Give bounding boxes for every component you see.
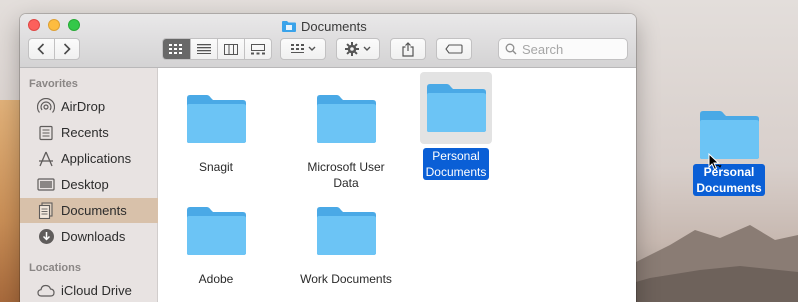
- action-menu-button[interactable]: [336, 38, 380, 60]
- folder-icon: [427, 84, 486, 132]
- chevron-down-icon: [363, 46, 371, 51]
- sidebar-item-label: iCloud Drive: [61, 283, 132, 298]
- navigation-buttons: [28, 38, 80, 60]
- folder-icon: [317, 95, 376, 143]
- window-title-text: Documents: [301, 18, 367, 34]
- share-button[interactable]: [390, 38, 426, 60]
- folder-label: Personal Documents: [422, 148, 490, 180]
- search-icon: [505, 43, 517, 55]
- share-icon: [402, 41, 414, 57]
- folder-label: Work Documents: [300, 272, 392, 286]
- finder-window: Documents Search Favorites AirDrop Recen…: [20, 14, 636, 302]
- chevron-down-icon: [308, 46, 315, 51]
- sidebar-item-label: Applications: [61, 151, 132, 166]
- sidebar-item-applications[interactable]: Applications: [20, 146, 158, 171]
- icon-view-button[interactable]: [163, 39, 190, 59]
- folder-icon: [187, 95, 246, 143]
- folder-label: Adobe: [198, 272, 234, 286]
- folder-icon: [187, 207, 246, 255]
- sidebar-item-desktop[interactable]: Desktop: [20, 172, 158, 197]
- recents-icon: [37, 124, 55, 142]
- folder-item-personal-documents[interactable]: Personal Documents: [401, 72, 511, 180]
- list-view-button[interactable]: [189, 39, 217, 59]
- view-mode-selector: [162, 38, 272, 60]
- window-title: Documents: [282, 17, 367, 35]
- close-button[interactable]: [28, 19, 40, 31]
- sidebar-item-documents[interactable]: Documents: [20, 198, 158, 223]
- sidebar-item-downloads[interactable]: Downloads: [20, 224, 158, 249]
- sidebar-item-label: AirDrop: [61, 99, 106, 114]
- folder-icon: [317, 207, 376, 255]
- folder-item-snagit[interactable]: Snagit: [161, 83, 271, 175]
- sidebar-item-icloud-drive[interactable]: iCloud Drive: [20, 278, 158, 302]
- back-button[interactable]: [29, 39, 54, 59]
- chevron-right-icon: [63, 43, 71, 55]
- file-browser-content: Snagit Microsoft User Data Personal Docu…: [158, 68, 636, 302]
- folder-label: Microsoft User Data: [307, 160, 385, 190]
- sidebar: Favorites AirDrop Recents Applications D…: [20, 68, 158, 302]
- zoom-button[interactable]: [68, 19, 80, 31]
- tags-button[interactable]: [436, 38, 472, 60]
- tag-icon: [445, 44, 463, 54]
- icon-view-icon: [169, 44, 183, 54]
- sidebar-item-label: Recents: [61, 125, 109, 140]
- group-by-icon: [290, 44, 304, 53]
- list-view-icon: [196, 44, 211, 54]
- column-view-icon: [223, 43, 238, 55]
- sidebar-item-label: Downloads: [61, 229, 126, 244]
- gear-icon: [345, 42, 359, 56]
- gallery-view-button[interactable]: [243, 39, 271, 59]
- folder-item-microsoft-user-data[interactable]: Microsoft User Data: [291, 83, 401, 191]
- sidebar-item-label: Desktop: [61, 177, 109, 192]
- desktop-folder-personal-documents[interactable]: Personal Documents: [684, 110, 774, 196]
- airdrop-icon: [37, 97, 55, 116]
- folder-item-adobe[interactable]: Adobe: [161, 195, 271, 287]
- applications-icon: [37, 150, 55, 168]
- gallery-view-icon: [250, 43, 265, 54]
- folder-label: Snagit: [198, 160, 234, 174]
- sidebar-section-favorites: Favorites: [29, 78, 78, 90]
- folder-item-work-documents[interactable]: Work Documents: [291, 195, 401, 287]
- downloads-icon: [37, 228, 55, 246]
- group-by-button[interactable]: [280, 38, 326, 60]
- sidebar-section-locations: Locations: [29, 262, 81, 274]
- search-field[interactable]: [498, 38, 628, 60]
- search-input[interactable]: [522, 41, 622, 57]
- sidebar-item-recents[interactable]: Recents: [20, 120, 158, 145]
- folder-icon: [282, 21, 296, 32]
- titlebar: Documents: [20, 14, 636, 68]
- desktop-icon: [37, 176, 55, 194]
- documents-icon: [37, 202, 55, 220]
- desktop-folder-label: Personal Documents: [693, 164, 765, 196]
- alias-cursor-icon: [708, 153, 722, 171]
- chevron-left-icon: [37, 43, 45, 55]
- minimize-button[interactable]: [48, 19, 60, 31]
- forward-button[interactable]: [53, 39, 79, 59]
- cloud-icon: [37, 282, 55, 300]
- column-view-button[interactable]: [216, 39, 244, 59]
- sidebar-item-label: Documents: [61, 203, 127, 218]
- sidebar-item-airdrop[interactable]: AirDrop: [20, 94, 158, 119]
